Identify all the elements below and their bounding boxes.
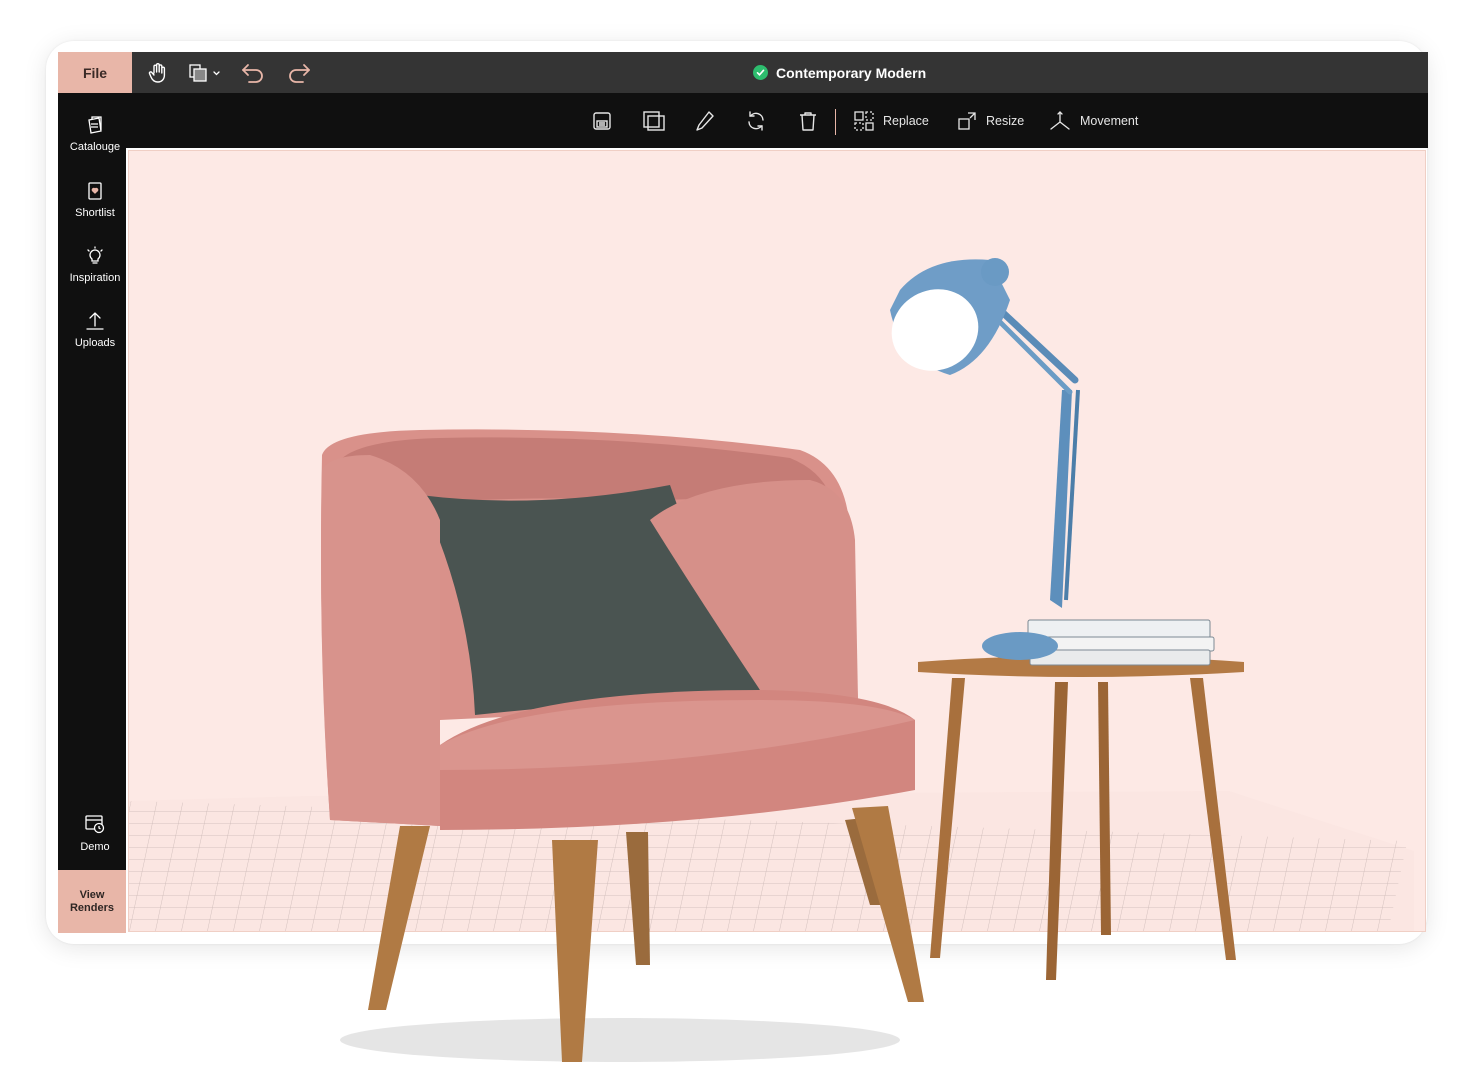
sidebar-item-label: Shortlist <box>75 207 115 219</box>
undo-icon[interactable] <box>240 60 266 86</box>
view-renders-label-line1: View <box>79 888 105 901</box>
resize-icon <box>958 111 976 130</box>
sidebar-item-inspiration[interactable]: Inspiration <box>58 246 132 284</box>
layers-icon[interactable] <box>188 60 222 86</box>
view-renders-label-line2: Renders <box>69 901 115 914</box>
design-canvas[interactable] <box>128 150 1426 932</box>
sidebar-item-label: Uploads <box>74 337 116 349</box>
replace-button[interactable]: Replace <box>853 93 929 148</box>
movement-icon <box>1050 110 1070 130</box>
file-menu-button[interactable]: File <box>58 52 132 93</box>
movement-button[interactable]: Movement <box>1048 93 1138 148</box>
upload-icon <box>86 312 104 330</box>
save-icon[interactable] <box>591 93 613 148</box>
view-renders-button[interactable]: View Renders <box>58 870 126 933</box>
sidebar-item-shortlist[interactable]: Shortlist <box>58 181 132 219</box>
object-toolbar: Replace Resize Movement <box>126 93 1428 148</box>
check-circle-icon <box>753 65 768 80</box>
sidebar-item-uploads[interactable]: Uploads <box>58 311 132 349</box>
title-bar: File Contemporary Modern <box>58 52 1428 93</box>
resize-button[interactable]: Resize <box>956 93 1024 148</box>
left-sidebar: Catalouge Shortlist Inspiration Uploads … <box>58 93 126 933</box>
demo-label: Demo <box>80 841 110 853</box>
duplicate-icon[interactable] <box>642 93 666 148</box>
movement-label: Movement <box>1080 113 1139 128</box>
bulb-icon <box>87 246 103 264</box>
toolbar-divider <box>835 109 836 135</box>
shortlist-icon <box>88 182 102 200</box>
edit-icon[interactable] <box>694 93 716 148</box>
file-menu-label: File <box>82 64 108 81</box>
resize-label: Resize <box>986 113 1025 128</box>
sidebar-item-demo[interactable]: Demo <box>58 813 132 853</box>
replace-label: Replace <box>883 113 929 128</box>
sidebar-item-catalogue[interactable]: Catalouge <box>58 115 132 153</box>
delete-icon[interactable] <box>797 93 819 148</box>
replace-icon <box>854 110 874 131</box>
redo-icon[interactable] <box>286 60 312 86</box>
hand-icon[interactable] <box>146 60 170 86</box>
catalogue-icon <box>88 116 102 134</box>
document-title-text: Contemporary Modern <box>776 64 927 81</box>
document-title: Contemporary Modern <box>753 52 926 93</box>
floor-grid <box>129 791 1414 931</box>
demo-icon <box>85 815 105 834</box>
sidebar-item-label: Inspiration <box>69 272 121 284</box>
rotate-icon[interactable] <box>745 93 767 148</box>
sidebar-item-label: Catalouge <box>69 141 121 153</box>
